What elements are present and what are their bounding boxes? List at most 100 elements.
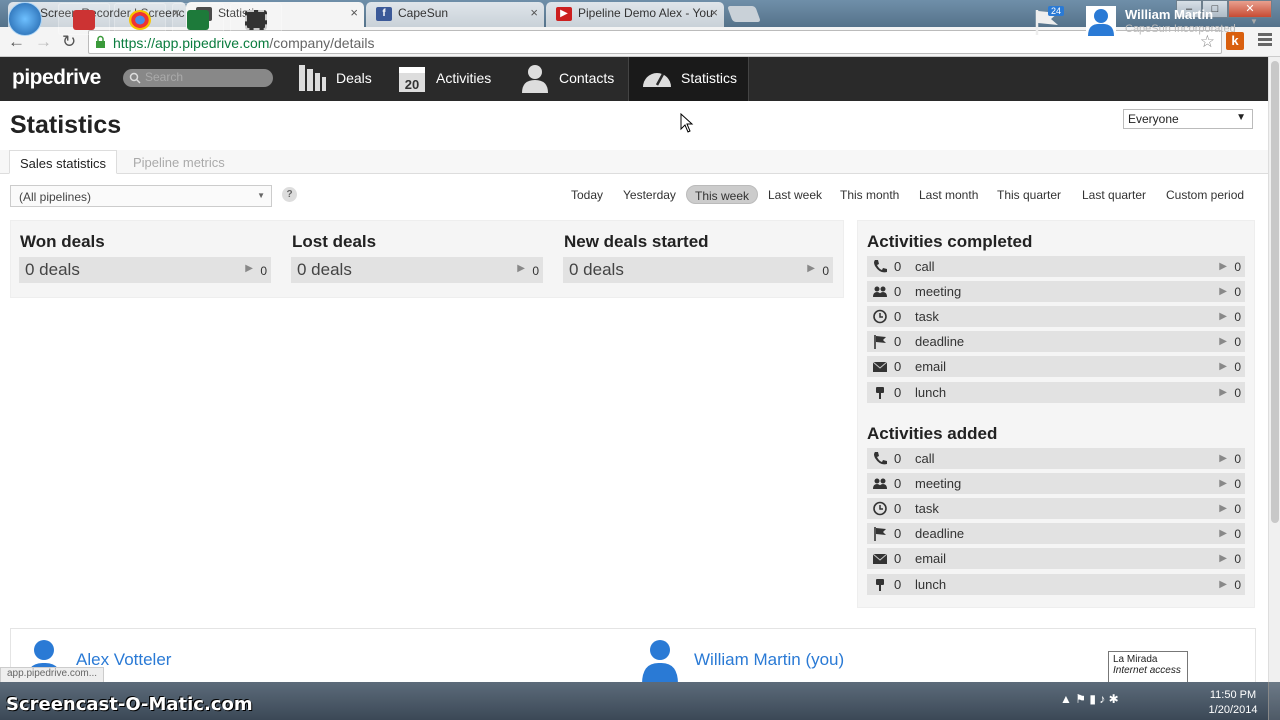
period-today[interactable]: Today (563, 185, 611, 204)
period-last-quarter[interactable]: Last quarter (1074, 185, 1154, 204)
play-arrow-icon: ▶ (1219, 261, 1227, 272)
period-this-quarter[interactable]: This quarter (989, 185, 1069, 204)
period-yesterday[interactable]: Yesterday (615, 185, 684, 204)
play-arrow-icon: ▶ (1219, 453, 1227, 464)
user-filter-select[interactable]: Everyone ▼ (1123, 109, 1253, 129)
users-section (10, 628, 1256, 688)
lost-deals-bar[interactable]: 0 deals ▶ 0 (291, 257, 543, 283)
user-link-william[interactable]: William Martin (you) (694, 650, 844, 670)
browser-tab-capesun[interactable]: f CapeSun × (366, 2, 544, 27)
play-arrow-icon: ▶ (1219, 311, 1227, 322)
play-arrow-icon: ▶ (1219, 286, 1227, 297)
new-deals-bar[interactable]: 0 deals ▶ 0 (563, 257, 833, 283)
lunch-icon (876, 579, 884, 591)
activity-row[interactable]: 0 task ▶ 0 (867, 306, 1245, 327)
reload-icon[interactable]: ↻ (62, 32, 76, 52)
nav-statistics[interactable]: Statistics (628, 57, 749, 101)
nav-activities[interactable]: 20 Activities (398, 57, 508, 101)
play-arrow-icon: ▶ (1219, 336, 1227, 347)
facebook-icon: f (376, 7, 392, 21)
user-avatar-icon (1088, 9, 1114, 36)
taskbar-clock[interactable]: 11:50 PM 1/20/2014 (1205, 688, 1261, 718)
activity-row[interactable]: 0 meeting ▶ 0 (867, 473, 1245, 494)
bluetooth-icon[interactable]: ✱ (1109, 692, 1119, 706)
bookmark-star-icon[interactable]: ☆ (1200, 32, 1215, 52)
period-last-week[interactable]: Last week (760, 185, 830, 204)
activity-row[interactable]: 0 email ▶ 0 (867, 356, 1245, 377)
vertical-scrollbar[interactable] (1268, 57, 1280, 682)
activity-row[interactable]: 0 lunch ▶ 0 (867, 574, 1245, 595)
activity-row[interactable]: 0 deadline ▶ 0 (867, 523, 1245, 544)
activity-row[interactable]: 0 deadline ▶ 0 (867, 331, 1245, 352)
chevron-up-icon[interactable]: ▲ (1060, 692, 1072, 706)
activity-row[interactable]: 0 task ▶ 0 (867, 498, 1245, 519)
clock-icon (873, 501, 887, 516)
period-last-month[interactable]: Last month (911, 185, 986, 204)
taskbar-excel[interactable] (172, 3, 224, 35)
play-arrow-icon: ▶ (1219, 478, 1227, 489)
pipeline-select[interactable]: (All pipelines) ▼ (10, 185, 272, 207)
chevron-down-icon: ▼ (1236, 112, 1246, 123)
tab-pipeline-metrics[interactable]: Pipeline metrics (123, 150, 235, 174)
start-button[interactable] (8, 2, 42, 36)
close-icon[interactable]: × (350, 5, 358, 20)
play-arrow-icon: ▶ (807, 263, 815, 274)
play-arrow-icon: ▶ (1219, 361, 1227, 372)
help-icon[interactable]: ? (282, 187, 297, 202)
new-tab-button[interactable] (727, 6, 761, 22)
won-deals-title: Won deals (20, 232, 105, 251)
clock-icon (873, 309, 887, 324)
period-this-week[interactable]: This week (686, 185, 759, 204)
phone-icon (874, 260, 887, 273)
search-icon (129, 72, 141, 84)
tab-sales-statistics[interactable]: Sales statistics (9, 150, 117, 174)
app-header: pipedrive Search Deals 20 Activities Con… (0, 57, 1268, 101)
lock-icon (96, 35, 105, 48)
deals-icon (299, 65, 326, 91)
nav-contacts[interactable]: Contacts (520, 57, 630, 101)
svg-text:20: 20 (405, 77, 419, 92)
calendar-icon: 20 (399, 67, 425, 92)
flag-icon (874, 335, 886, 349)
period-custom[interactable]: Custom period (1158, 185, 1252, 204)
chevron-down-icon[interactable]: ▼ (1250, 17, 1258, 26)
mouse-cursor-icon (680, 113, 694, 133)
user-avatar[interactable] (1086, 6, 1116, 36)
scrollbar-thumb[interactable] (1271, 61, 1279, 523)
user-name[interactable]: William Martin (1125, 7, 1213, 22)
show-desktop-button[interactable] (1268, 682, 1280, 720)
browser-menu-icon[interactable] (1258, 33, 1272, 48)
phone-icon (874, 452, 887, 465)
speedometer-icon (643, 73, 671, 87)
contacts-icon (522, 65, 548, 93)
network-icon[interactable]: ▮ (1089, 692, 1096, 706)
lunch-icon (876, 387, 884, 399)
search-input[interactable]: Search (123, 69, 273, 87)
notifications-badge: 24 (1048, 6, 1065, 16)
taskbar-snipping-tool[interactable] (230, 3, 282, 35)
taskbar-chrome[interactable] (114, 3, 166, 35)
taskbar-calendar-app[interactable] (58, 3, 110, 35)
new-deals-title: New deals started (564, 232, 709, 251)
flag-icon[interactable]: ⚑ (1075, 692, 1086, 706)
youtube-icon: ▶ (556, 7, 572, 21)
activity-row[interactable]: 0 meeting ▶ 0 (867, 281, 1245, 302)
forward-arrow-icon[interactable]: → (35, 32, 52, 52)
won-deals-bar[interactable]: 0 deals ▶ 0 (19, 257, 271, 283)
activity-row[interactable]: 0 lunch ▶ 0 (867, 382, 1245, 403)
activity-row[interactable]: 0 call ▶ 0 (867, 448, 1245, 469)
meeting-icon (873, 286, 887, 297)
activity-row[interactable]: 0 email ▶ 0 (867, 548, 1245, 569)
volume-icon[interactable]: ♪ (1099, 692, 1105, 706)
activities-completed-title: Activities completed (867, 232, 1033, 251)
nav-deals[interactable]: Deals (296, 57, 388, 101)
pipedrive-logo[interactable]: pipedrive (12, 66, 101, 90)
close-icon[interactable]: × (530, 5, 538, 20)
user-avatar-icon (642, 640, 678, 684)
activities-added-title: Activities added (867, 424, 998, 443)
activity-row[interactable]: 0 call ▶ 0 (867, 256, 1245, 277)
browser-tab-youtube[interactable]: ▶ Pipeline Demo Alex - You × (546, 2, 724, 27)
period-this-month[interactable]: This month (832, 185, 907, 204)
window-close-button[interactable]: ✕ (1228, 0, 1272, 18)
close-icon[interactable]: × (710, 5, 718, 20)
